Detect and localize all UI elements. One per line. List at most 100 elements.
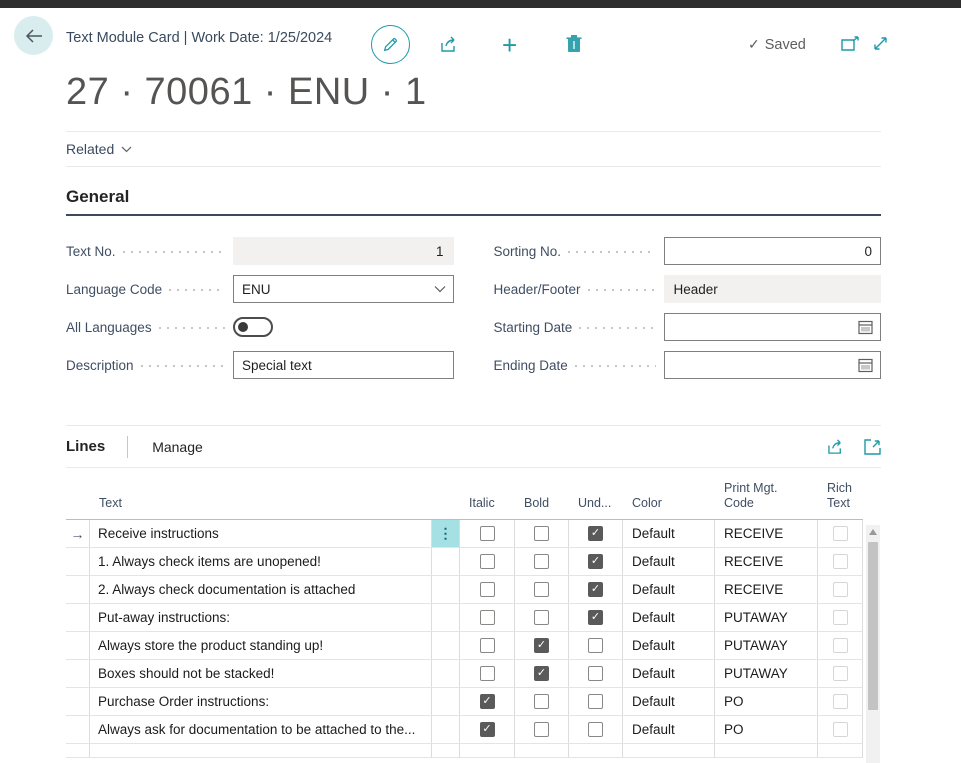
table-row[interactable]: → Always store the product standing up! … [66, 632, 863, 660]
cell-bold[interactable] [515, 576, 569, 603]
table-scrollbar[interactable] [866, 525, 880, 763]
bold-checkbox[interactable] [534, 722, 549, 737]
new-button[interactable]: + [502, 32, 517, 58]
cell-rich-text[interactable] [818, 716, 863, 743]
cell-color[interactable]: Default [623, 716, 715, 743]
ending-date-picker-button[interactable] [858, 358, 873, 373]
cell-color[interactable]: Default [623, 688, 715, 715]
italic-checkbox[interactable] [480, 610, 495, 625]
cell-print-mgt-code[interactable]: RECEIVE [715, 548, 818, 575]
cell-underline[interactable] [569, 576, 623, 603]
cell-italic[interactable] [460, 688, 515, 715]
cell-color[interactable]: Default [623, 520, 715, 547]
header-bold[interactable]: Bold [515, 496, 569, 519]
language-code-dropdown-button[interactable] [434, 285, 446, 293]
underline-checkbox[interactable] [588, 582, 603, 597]
bold-checkbox[interactable] [534, 526, 549, 541]
bold-checkbox[interactable] [534, 554, 549, 569]
cell-underline[interactable] [569, 548, 623, 575]
cell-rich-text[interactable] [818, 548, 863, 575]
cell-text[interactable]: Always ask for documentation to be attac… [90, 716, 432, 743]
lines-focus-mode-button[interactable] [864, 438, 881, 455]
italic-checkbox[interactable] [480, 526, 495, 541]
cell-italic[interactable] [460, 632, 515, 659]
lines-section-title[interactable]: Lines [66, 438, 105, 455]
table-row[interactable]: → 1. Always check items are unopened! ⋮ [66, 548, 863, 576]
italic-checkbox[interactable] [480, 694, 495, 709]
cell-text[interactable]: Always store the product standing up! [90, 632, 432, 659]
cell-bold[interactable] [515, 632, 569, 659]
back-button[interactable] [14, 16, 53, 55]
cell-italic[interactable] [460, 660, 515, 687]
header-print-mgt-code[interactable]: Print Mgt. Code [715, 481, 818, 519]
row-selector-cell[interactable]: → [66, 520, 90, 547]
language-code-input[interactable] [233, 275, 454, 303]
cell-rich-text[interactable] [818, 604, 863, 631]
cell-bold[interactable] [515, 688, 569, 715]
row-selector-cell[interactable]: → [66, 716, 90, 743]
cell-text[interactable]: 1. Always check items are unopened! [90, 548, 432, 575]
all-languages-toggle[interactable] [233, 317, 273, 337]
table-row[interactable]: → 2. Always check documentation is attac… [66, 576, 863, 604]
cell-rich-text[interactable] [818, 520, 863, 547]
header-text[interactable]: Text [90, 496, 432, 519]
cell-text[interactable]: Boxes should not be stacked! [90, 660, 432, 687]
cell-text[interactable]: Put-away instructions: [90, 604, 432, 631]
cell-row-options[interactable]: ⋮ [432, 576, 460, 603]
general-section-title[interactable]: General [66, 187, 881, 216]
share-button[interactable] [440, 35, 460, 53]
row-selector-cell[interactable]: → [66, 576, 90, 603]
cell-italic[interactable] [460, 604, 515, 631]
cell-color[interactable]: Default [623, 660, 715, 687]
cell-row-options[interactable]: ⋮ [432, 660, 460, 687]
cell-text[interactable]: Purchase Order instructions: [90, 688, 432, 715]
cell-row-options[interactable]: ⋮ [432, 604, 460, 631]
cell-rich-text[interactable] [818, 576, 863, 603]
manage-menu-button[interactable]: Manage [152, 439, 203, 455]
header-rich-text[interactable]: Rich Text [818, 481, 863, 519]
ending-date-input[interactable] [664, 351, 882, 379]
cell-underline[interactable] [569, 688, 623, 715]
cell-color[interactable]: Default [623, 632, 715, 659]
row-selector-cell[interactable]: → [66, 604, 90, 631]
cell-color[interactable]: Default [623, 604, 715, 631]
underline-checkbox[interactable] [588, 526, 603, 541]
underline-checkbox[interactable] [588, 722, 603, 737]
cell-underline[interactable] [569, 632, 623, 659]
italic-checkbox[interactable] [480, 554, 495, 569]
scrollbar-thumb[interactable] [868, 542, 878, 710]
cell-underline[interactable] [569, 604, 623, 631]
underline-checkbox[interactable] [588, 610, 603, 625]
row-selector-cell[interactable]: → [66, 688, 90, 715]
delete-button[interactable] [566, 34, 582, 53]
cell-color[interactable]: Default [623, 576, 715, 603]
cell-underline[interactable] [569, 716, 623, 743]
underline-checkbox[interactable] [588, 638, 603, 653]
cell-row-options[interactable]: ⋮ [432, 716, 460, 743]
cell-underline[interactable] [569, 660, 623, 687]
table-row[interactable]: → Always ask for documentation to be att… [66, 716, 863, 744]
cell-print-mgt-code[interactable]: RECEIVE [715, 576, 818, 603]
more-options-icon[interactable]: ⋮ [432, 520, 459, 547]
cell-bold[interactable] [515, 604, 569, 631]
related-menu-button[interactable]: Related [66, 141, 132, 157]
italic-checkbox[interactable] [480, 666, 495, 681]
underline-checkbox[interactable] [588, 694, 603, 709]
underline-checkbox[interactable] [588, 554, 603, 569]
cell-rich-text[interactable] [818, 688, 863, 715]
bold-checkbox[interactable] [534, 694, 549, 709]
cell-text[interactable]: 2. Always check documentation is attache… [90, 576, 432, 603]
cell-italic[interactable] [460, 576, 515, 603]
italic-checkbox[interactable] [480, 722, 495, 737]
row-selector-cell[interactable]: → [66, 660, 90, 687]
starting-date-picker-button[interactable] [858, 320, 873, 335]
table-row[interactable]: → Receive instructions ⋮ Defa [66, 520, 863, 548]
sorting-no-input[interactable] [664, 237, 882, 265]
cell-bold[interactable] [515, 548, 569, 575]
cell-text[interactable]: Receive instructions [90, 520, 432, 547]
open-in-new-window-button[interactable] [841, 36, 860, 52]
cell-row-options[interactable]: ⋮ [432, 688, 460, 715]
cell-color[interactable]: Default [623, 548, 715, 575]
expand-button[interactable] [872, 35, 889, 52]
starting-date-input[interactable] [664, 313, 882, 341]
